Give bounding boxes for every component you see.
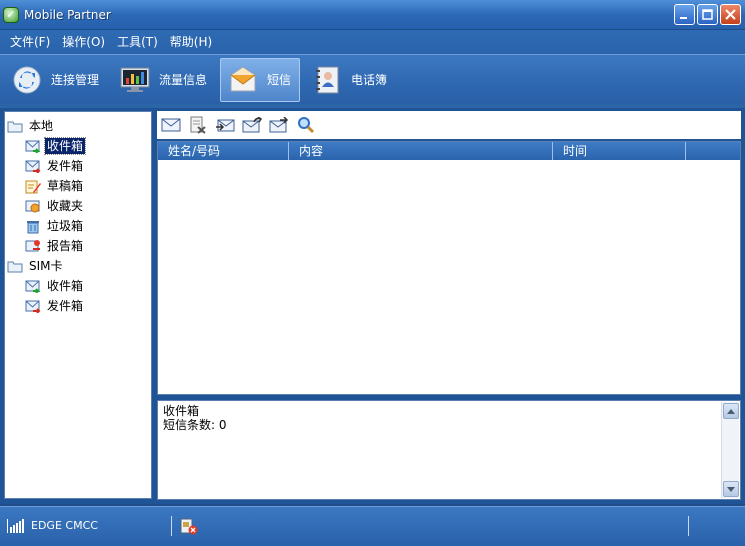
maximize-button[interactable] xyxy=(697,4,718,25)
close-button[interactable] xyxy=(720,4,741,25)
tree-item-local-trash[interactable]: 垃圾箱 xyxy=(5,216,151,236)
message-pane: 姓名/号码 内容 时间 收件箱 短信条数: 0 xyxy=(157,111,741,500)
folder-icon xyxy=(7,258,23,274)
resend-icon xyxy=(269,117,289,133)
close-icon xyxy=(725,9,736,20)
signal-strength-icon xyxy=(7,519,24,533)
tree-item-local-favorites[interactable]: 收藏夹 xyxy=(5,196,151,216)
column-header-time[interactable]: 时间 xyxy=(553,142,686,160)
tree-label: 发件箱 xyxy=(47,159,84,173)
tree-item-sim-outbox[interactable]: 发件箱 xyxy=(5,296,151,316)
tree-item-local-inbox[interactable]: 收件箱 xyxy=(5,136,151,156)
tree-item-local-reports[interactable]: 报告箱 xyxy=(5,236,151,256)
app-logo-icon: ✓ xyxy=(3,6,19,23)
tree-label: 报告箱 xyxy=(47,239,84,253)
drafts-icon xyxy=(25,178,41,194)
delete-message-icon xyxy=(190,116,206,134)
tree-label: 垃圾箱 xyxy=(47,219,84,233)
tab-label: 电话簿 xyxy=(351,73,388,87)
forward-icon xyxy=(242,117,262,133)
tree-item-local-outbox[interactable]: 发件箱 xyxy=(5,156,151,176)
sim-status-icon[interactable] xyxy=(180,518,198,538)
resend-button[interactable] xyxy=(268,114,290,136)
detail-folder-name: 收件箱 xyxy=(163,404,200,418)
tree-label: 发件箱 xyxy=(47,299,84,313)
minimize-button[interactable] xyxy=(674,4,695,25)
main-window: ✓ Mobile Partner 文件(F) 操作(O) 工具(T) 帮助(H)… xyxy=(0,0,745,546)
tab-label: 流量信息 xyxy=(159,73,208,87)
forward-button[interactable] xyxy=(241,114,263,136)
folder-icon xyxy=(7,118,23,134)
title-bar[interactable]: ✓ Mobile Partner xyxy=(0,0,745,30)
outbox-icon xyxy=(25,298,41,314)
tree-node-local[interactable]: 本地 xyxy=(5,116,151,136)
status-divider xyxy=(171,516,172,536)
outbox-icon xyxy=(25,158,41,174)
tree-label: SIM卡 xyxy=(29,259,63,273)
menu-help[interactable]: 帮助(H) xyxy=(164,32,218,52)
arrow-up-icon xyxy=(727,408,735,414)
connect-icon xyxy=(11,64,43,96)
search-icon xyxy=(298,117,315,134)
folder-tree[interactable]: 本地 收件箱 发件箱 草稿箱 收藏夹 垃圾箱 报告箱 SIM卡 收件箱 发件箱 xyxy=(4,111,152,499)
search-button[interactable] xyxy=(295,114,317,136)
tab-label: 连接管理 xyxy=(51,73,100,87)
tree-item-sim-inbox[interactable]: 收件箱 xyxy=(5,276,151,296)
list-header: 姓名/号码 内容 时间 xyxy=(158,142,740,160)
reply-button[interactable] xyxy=(214,114,236,136)
reply-icon xyxy=(216,119,235,132)
inbox-icon xyxy=(25,278,41,294)
menu-bar: 文件(F) 操作(O) 工具(T) 帮助(H) xyxy=(0,30,745,54)
trash-icon xyxy=(25,218,41,234)
detail-message-count: 短信条数: 0 xyxy=(163,418,227,432)
maximize-icon xyxy=(702,9,713,20)
column-header-content[interactable]: 内容 xyxy=(289,142,553,160)
tab-label: 短信 xyxy=(267,73,292,87)
tab-connection-manager[interactable]: 连接管理 xyxy=(4,58,108,102)
window-title: Mobile Partner xyxy=(24,7,111,22)
new-message-button[interactable] xyxy=(160,114,182,136)
message-list[interactable]: 姓名/号码 内容 时间 xyxy=(157,141,741,395)
column-header-extra xyxy=(686,142,740,160)
content-area: 本地 收件箱 发件箱 草稿箱 收藏夹 垃圾箱 报告箱 SIM卡 收件箱 发件箱 … xyxy=(0,108,745,504)
status-bar: EDGE CMCC xyxy=(0,506,745,546)
scroll-down-button[interactable] xyxy=(723,481,739,497)
tree-label: 收件箱 xyxy=(43,137,87,155)
phonebook-icon xyxy=(311,64,343,96)
tree-label: 收藏夹 xyxy=(47,199,84,213)
tab-sms[interactable]: 短信 xyxy=(220,57,301,102)
tab-traffic-info[interactable]: 流量信息 xyxy=(112,58,216,102)
status-divider xyxy=(688,516,689,536)
scroll-up-button[interactable] xyxy=(723,403,739,419)
report-icon xyxy=(25,238,41,254)
tab-phonebook[interactable]: 电话簿 xyxy=(304,58,396,102)
detail-scrollbar[interactable] xyxy=(721,402,739,498)
delete-message-button[interactable] xyxy=(187,114,209,136)
favorites-icon xyxy=(25,198,41,214)
arrow-down-icon xyxy=(727,486,735,492)
new-message-icon xyxy=(161,118,181,132)
tree-label: 本地 xyxy=(29,119,54,133)
tree-label: 收件箱 xyxy=(47,279,84,293)
window-controls xyxy=(674,4,741,25)
message-toolbar xyxy=(157,111,741,139)
network-status: EDGE CMCC xyxy=(31,519,98,532)
main-toolbar: 连接管理 流量信息 短信 电话簿 xyxy=(0,54,745,104)
tree-node-sim[interactable]: SIM卡 xyxy=(5,256,151,276)
menu-file[interactable]: 文件(F) xyxy=(4,32,56,52)
tree-label: 草稿箱 xyxy=(47,179,84,193)
tree-item-local-drafts[interactable]: 草稿箱 xyxy=(5,176,151,196)
message-detail[interactable]: 收件箱 短信条数: 0 xyxy=(157,400,741,500)
column-header-name[interactable]: 姓名/号码 xyxy=(158,142,289,160)
minimize-icon xyxy=(680,17,687,19)
menu-operation[interactable]: 操作(O) xyxy=(56,32,111,52)
detail-text: 收件箱 短信条数: 0 xyxy=(163,404,227,432)
traffic-monitor-icon xyxy=(119,64,151,96)
menu-tools[interactable]: 工具(T) xyxy=(111,32,164,52)
sms-envelope-icon xyxy=(227,64,259,96)
inbox-icon xyxy=(25,138,41,154)
